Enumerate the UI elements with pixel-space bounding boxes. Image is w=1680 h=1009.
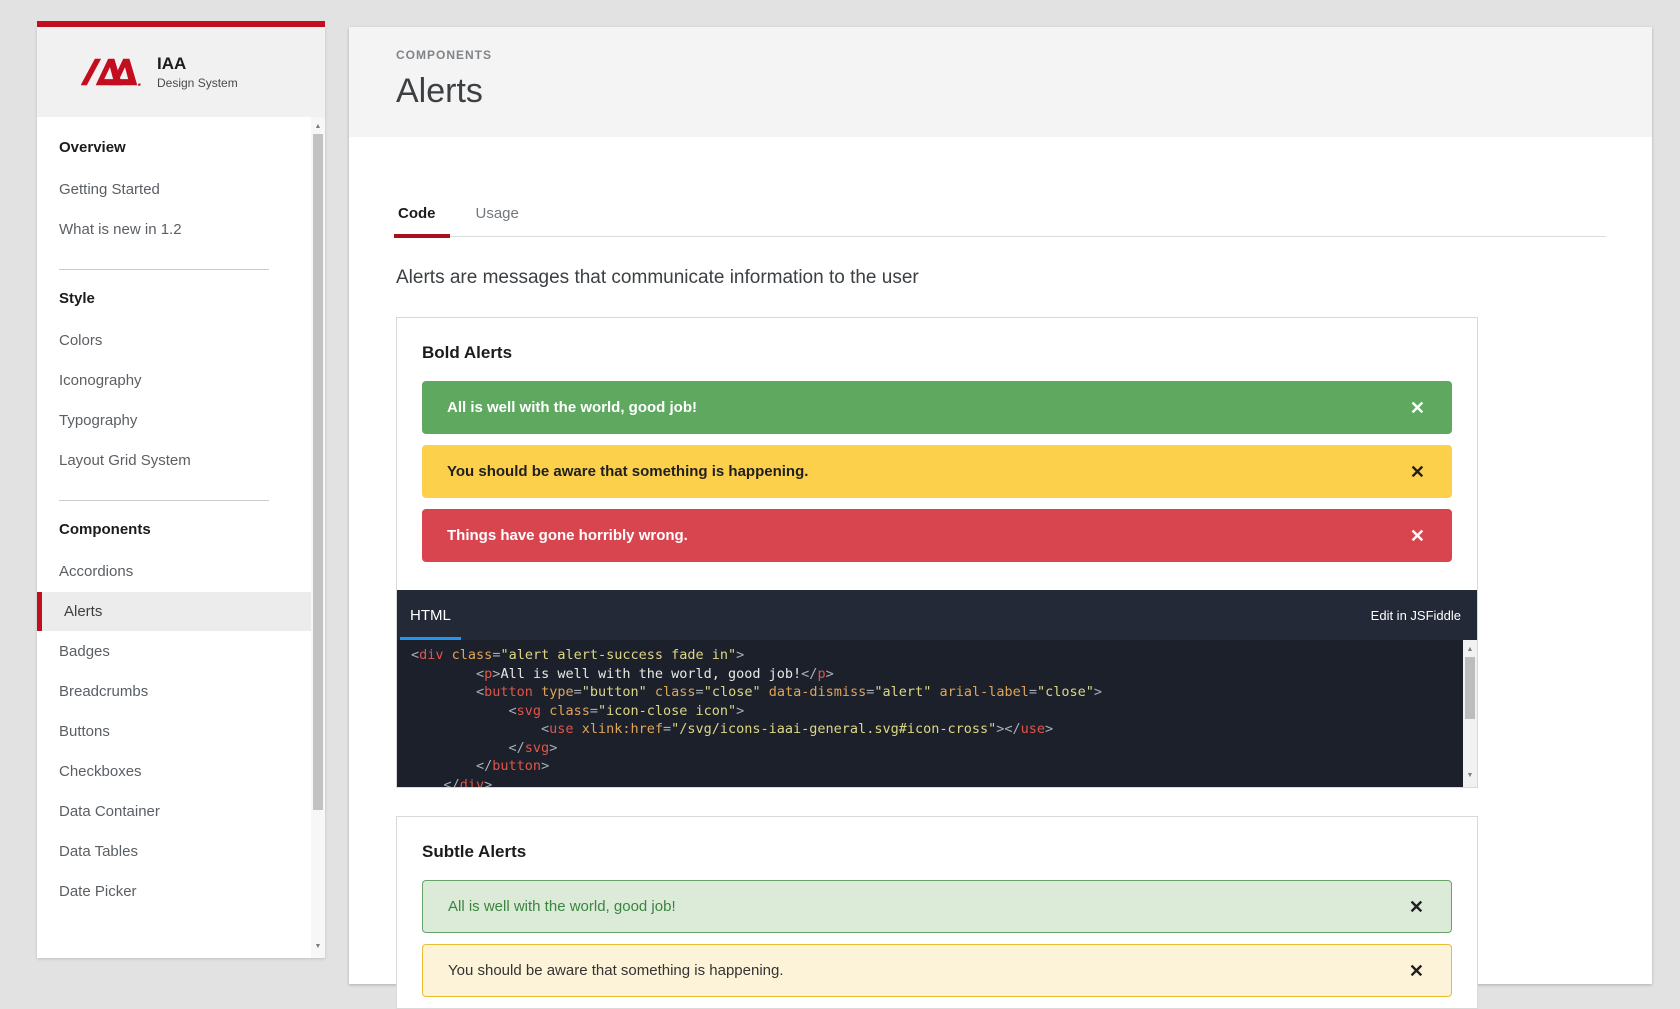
sidebar-section-title: Style — [59, 290, 95, 307]
close-icon[interactable]: ✕ — [1409, 962, 1424, 980]
alert-bold-warning: You should be aware that something is ha… — [422, 445, 1452, 498]
sidebar-item-accordions[interactable]: Accordions — [37, 552, 311, 591]
close-icon[interactable]: ✕ — [1409, 898, 1424, 916]
alert-bold-success: All is well with the world, good job! ✕ — [422, 381, 1452, 434]
code-tab-html[interactable]: HTML — [400, 590, 461, 640]
sidebar-item-checkboxes[interactable]: Checkboxes — [37, 752, 311, 791]
sidebar-item-typography[interactable]: Typography — [37, 401, 311, 440]
code-line: </button> — [411, 758, 550, 774]
sidebar-item-alerts[interactable]: Alerts — [37, 592, 311, 631]
subtle-alerts-list: All is well with the world, good job! ✕ Yo… — [422, 880, 1452, 997]
code-panel-header: HTML Edit in JSFiddle — [397, 590, 1477, 640]
code-line: <button type="button" class="close" data… — [411, 684, 1103, 700]
tab-usage[interactable]: Usage — [474, 199, 521, 236]
code-scrollbar[interactable]: ▲ ▼ — [1463, 640, 1477, 787]
component-description: Alerts are messages that communicate inf… — [396, 267, 919, 288]
close-icon[interactable]: ✕ — [1410, 527, 1425, 545]
subtle-alerts-card: Subtle Alerts All is well with the world… — [396, 816, 1478, 1009]
scroll-up-icon[interactable]: ▲ — [1463, 642, 1477, 657]
sidebar-item-getting-started[interactable]: Getting Started — [37, 170, 311, 209]
sidebar-item-date-picker[interactable]: Date Picker — [37, 872, 311, 911]
sidebar-scrollbar-thumb[interactable] — [313, 134, 323, 810]
page-header: COMPONENTS Alerts — [349, 27, 1652, 137]
sidebar-item-colors[interactable]: Colors — [37, 321, 311, 360]
scroll-up-icon[interactable]: ▲ — [311, 119, 325, 134]
code-line: </svg> — [411, 739, 558, 756]
section-title: Subtle Alerts — [422, 842, 527, 861]
sidebar-item-buttons[interactable]: Buttons — [37, 712, 311, 751]
tab-bar: Code Usage — [394, 199, 1606, 238]
code-scrollbar-thumb[interactable] — [1465, 657, 1475, 719]
sidebar-item-what-is-new-in-1-2[interactable]: What is new in 1.2 — [37, 210, 311, 249]
alert-message: You should be aware that something is ha… — [448, 962, 784, 979]
breadcrumb: COMPONENTS — [396, 48, 493, 62]
page-content: Code Usage Alerts are messages that comm… — [349, 199, 1652, 1009]
sidebar-divider — [59, 269, 269, 270]
alert-bold-danger: Things have gone horribly wrong. ✕ — [422, 509, 1452, 562]
section-title: Bold Alerts — [422, 343, 513, 362]
sidebar-item-data-tables[interactable]: Data Tables — [37, 832, 311, 871]
scroll-down-icon[interactable]: ▼ — [1463, 768, 1477, 783]
brand-header: IAA Design System — [37, 27, 325, 117]
tab-code[interactable]: Code — [394, 199, 449, 238]
sidebar-divider — [59, 500, 269, 501]
bold-alerts-list: All is well with the world, good job! ✕ Yo… — [422, 381, 1452, 562]
code-line: <svg class="icon-close icon"> — [411, 702, 745, 719]
page-title: Alerts — [396, 72, 483, 110]
sidebar-item-iconography[interactable]: Iconography — [37, 361, 311, 400]
sidebar-item-badges[interactable]: Badges — [37, 632, 311, 671]
alert-subtle-warning: You should be aware that something is ha… — [422, 944, 1452, 997]
sidebar-nav: Overview Getting Started What is new in 1.… — [37, 117, 325, 958]
sidebar-section-title: Components — [59, 521, 151, 538]
code-line: <p>All is well with the world, good job!… — [411, 665, 834, 682]
code-viewer: <div class="alert alert-success fade in"… — [397, 640, 1477, 787]
sidebar: IAA Design System Overview Getting Starte… — [37, 27, 325, 958]
close-icon[interactable]: ✕ — [1410, 399, 1425, 417]
alert-message: All is well with the world, good job! — [447, 399, 697, 416]
sidebar-scrollbar[interactable]: ▲ ▼ — [311, 117, 325, 958]
scroll-down-icon[interactable]: ▼ — [311, 939, 325, 954]
code-line: </div> — [411, 776, 493, 788]
edit-in-jsfiddle-link[interactable]: Edit in JSFiddle — [1371, 608, 1477, 623]
alert-message: You should be aware that something is ha… — [447, 463, 809, 480]
sidebar-section-title: Overview — [59, 139, 126, 156]
code-panel: HTML Edit in JSFiddle <div class="alert … — [397, 590, 1477, 787]
alert-message: Things have gone horribly wrong. — [447, 527, 688, 544]
code-lines: <div class="alert alert-success fade in"… — [397, 640, 1477, 787]
alert-subtle-success: All is well with the world, good job! ✕ — [422, 880, 1452, 933]
iaa-logo-icon — [81, 58, 141, 86]
sidebar-nav-list: Overview Getting Started What is new in 1.… — [37, 139, 311, 911]
code-line: <div class="alert alert-success fade in"… — [411, 647, 745, 663]
alert-message: All is well with the world, good job! — [448, 898, 676, 915]
brand-tagline: Design System — [157, 76, 238, 90]
sidebar-item-breadcrumbs[interactable]: Breadcrumbs — [37, 672, 311, 711]
brand-name: IAA — [157, 54, 187, 73]
sidebar-item-layout-grid-system[interactable]: Layout Grid System — [37, 441, 311, 480]
code-line: <use xlink:href="/svg/icons-iaai-general… — [411, 721, 1054, 737]
main-area: COMPONENTS Alerts Code Usage Alerts are … — [349, 27, 1652, 1009]
close-icon[interactable]: ✕ — [1410, 463, 1425, 481]
bold-alerts-card: Bold Alerts All is well with the world, … — [396, 317, 1478, 788]
sidebar-item-data-container[interactable]: Data Container — [37, 792, 311, 831]
